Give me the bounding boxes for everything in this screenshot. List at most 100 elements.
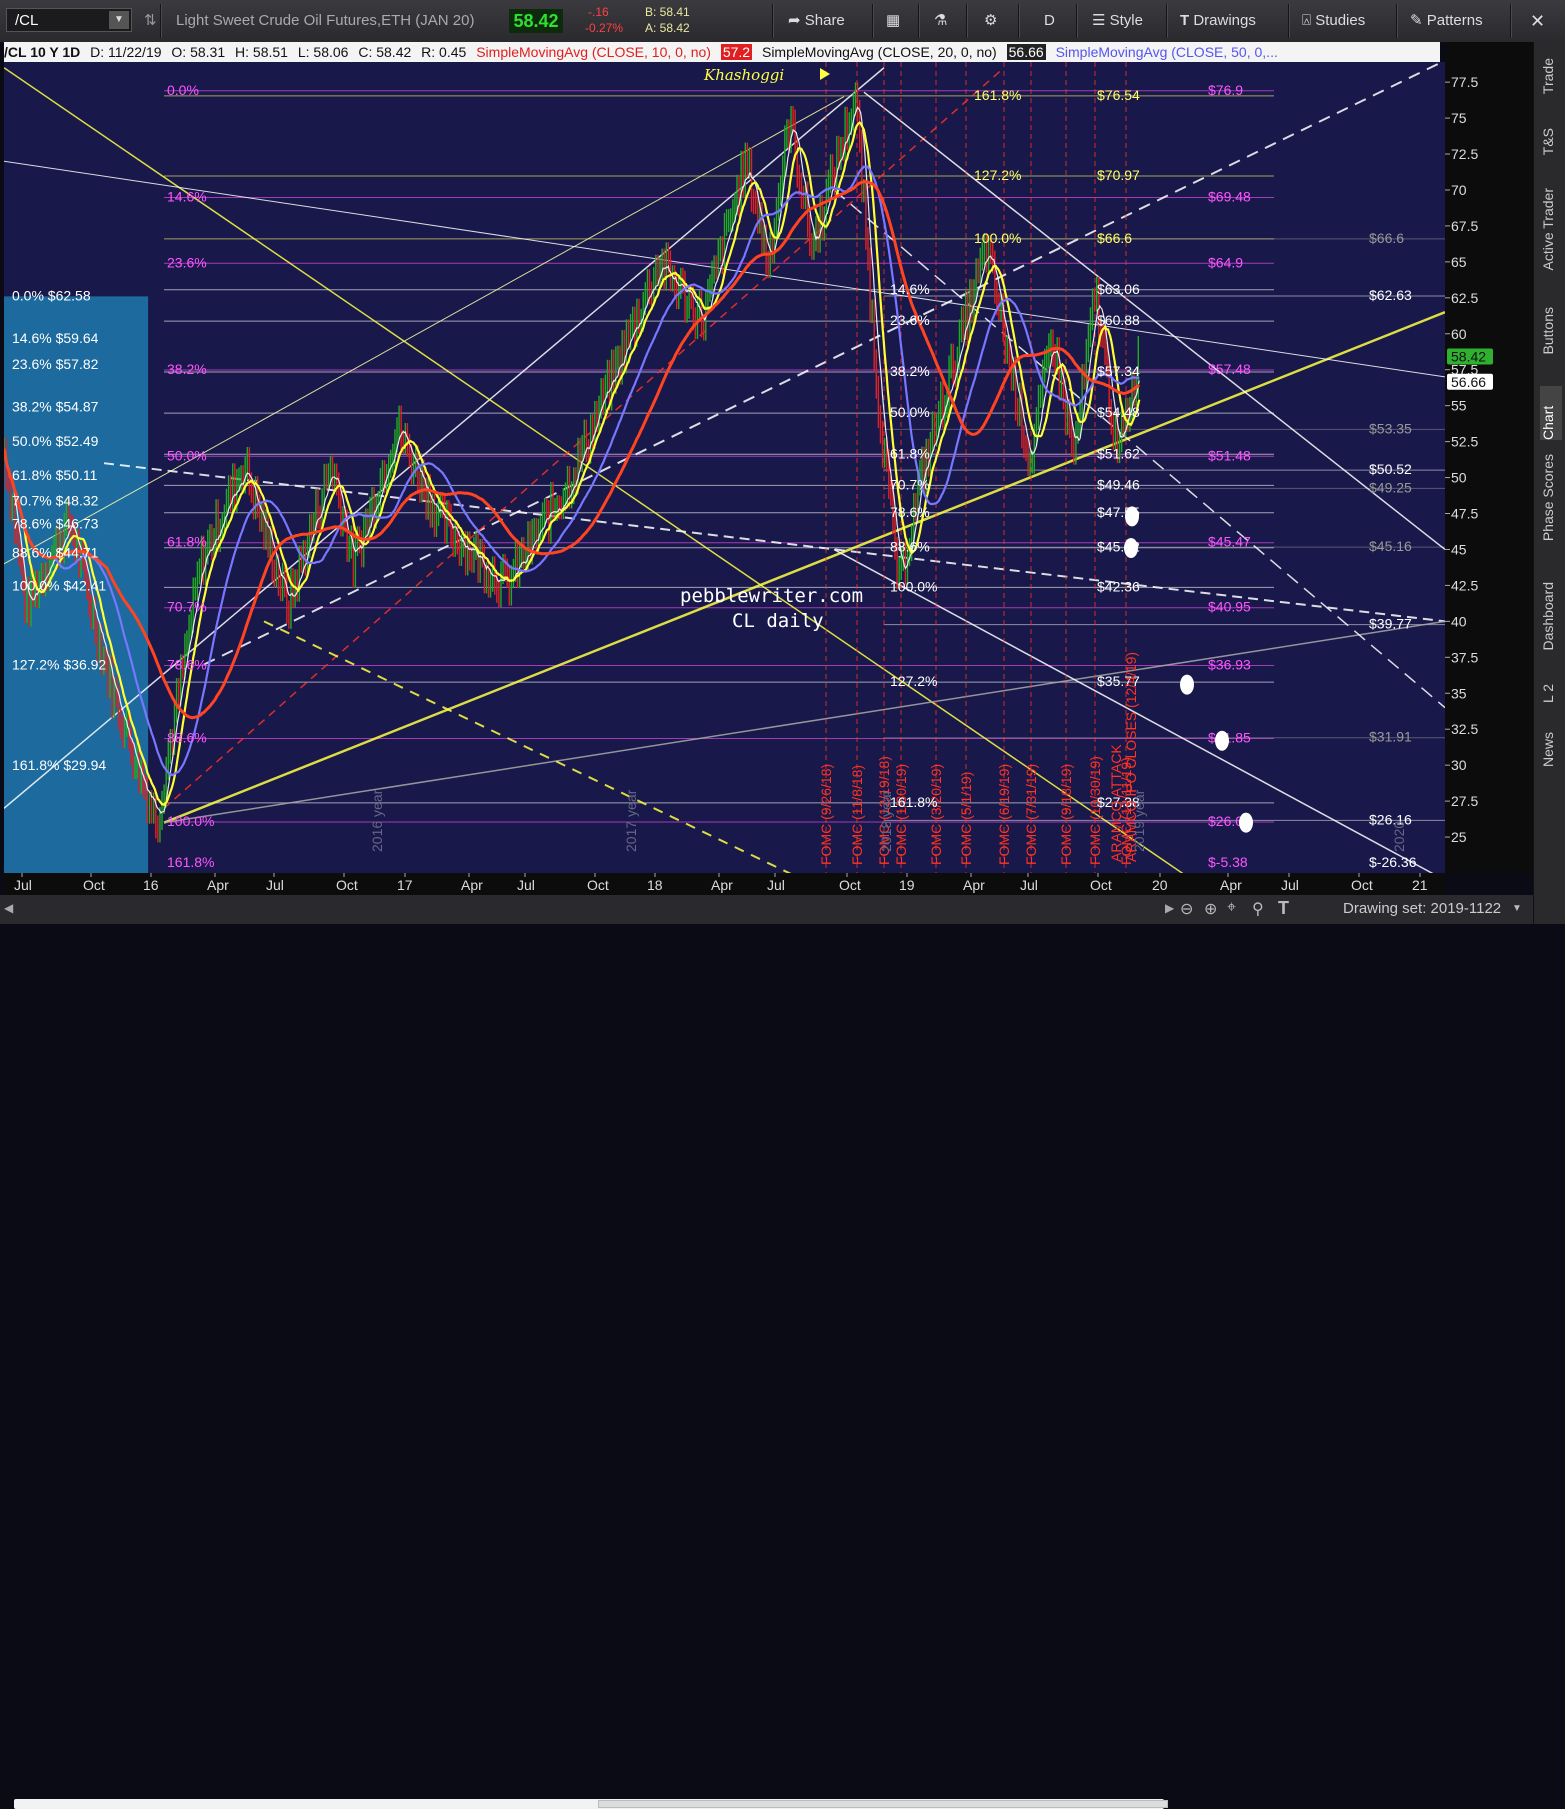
time-tick-label: Apr	[461, 877, 483, 893]
side-tab-chart[interactable]: Chart	[1540, 386, 1562, 440]
text-icon[interactable]: T	[1278, 898, 1289, 919]
time-tick-label: Oct	[336, 877, 358, 893]
horizontal-scrollbar[interactable]	[14, 1799, 1168, 1809]
pink-fib-price-label: $-5.38	[1208, 854, 1248, 870]
left-fib-label: 38.2% $54.87	[12, 399, 99, 415]
fib-price-label: $66.6	[1097, 230, 1132, 246]
bar-range: R: 0.45	[421, 44, 467, 60]
pink-fib-percent-label: 70.7%	[167, 599, 207, 615]
pink-fib-price-label: $69.48	[1208, 188, 1251, 204]
sma10-label[interactable]: SimpleMovingAvg (CLOSE, 10, 0, no)	[476, 44, 711, 60]
zoom-in-icon[interactable]: ⊕	[1204, 899, 1217, 919]
price-tick-label: 52.5	[1451, 434, 1478, 450]
bar-close: C: 58.42	[358, 44, 412, 60]
side-tab-level2[interactable]: L 2	[1540, 684, 1562, 703]
style-label: Style	[1109, 12, 1143, 29]
target-dot	[1239, 812, 1253, 833]
pink-fib-percent-label: 0.0%	[167, 82, 199, 98]
target-dot	[1124, 538, 1138, 559]
close-icon[interactable]: ✕	[1530, 8, 1545, 34]
share-label: Share	[804, 12, 845, 29]
zoom-out-icon[interactable]: ⊖	[1180, 899, 1193, 919]
time-tick-label: Jul	[1020, 877, 1038, 893]
share-button[interactable]: ➦ Share	[788, 8, 845, 34]
time-tick-label: 19	[899, 877, 915, 893]
aramco-label: ARAMCO ATTACK	[1108, 744, 1124, 862]
fomc-label: FOMC (1/30/19)	[893, 764, 909, 865]
time-tick-label: 20	[1152, 877, 1168, 893]
side-tab-news[interactable]: News	[1540, 732, 1562, 767]
side-tab-buttons[interactable]: Buttons	[1540, 307, 1562, 354]
crosshair-icon[interactable]: ⌖	[1227, 899, 1236, 917]
style-button[interactable]: ☰ Style	[1092, 8, 1143, 34]
pink-fib-price-label: $57.48	[1208, 361, 1251, 377]
grid-icon[interactable]: ▦	[886, 8, 900, 34]
fib-price-label: $70.97	[1097, 167, 1140, 183]
price-tick-label: 72.5	[1451, 146, 1478, 162]
style-icon: ☰	[1092, 12, 1106, 29]
fib-percent-label: 127.2%	[974, 167, 1021, 183]
time-tick-label: 16	[143, 877, 159, 893]
patterns-icon: ✎	[1410, 12, 1423, 29]
time-axis[interactable]: Jul Oct 16 Apr Jul Oct 17 Apr Jul Oct 18 Apr Jul Oct 1…	[4, 873, 1445, 895]
target-dot	[1215, 730, 1229, 751]
pink-fib-percent-label: 88.6%	[167, 730, 207, 746]
side-tab-trade[interactable]: Trade	[1540, 58, 1562, 94]
sma50-label[interactable]: SimpleMovingAvg (CLOSE, 50, 0,...	[1056, 44, 1278, 60]
side-tab-dashboard[interactable]: Dashboard	[1540, 582, 1562, 651]
toolbar: /CL ▼ ⇅ Light Sweet Crude Oil Futures,ET…	[0, 0, 1565, 43]
symbol-input[interactable]: /CL ▼	[6, 8, 132, 32]
chart-area[interactable]: FOMC (9/26/18) FOMC (11/8/18) FOMC (12/19/…	[4, 62, 1445, 873]
bid-price: B: 58.41	[645, 5, 690, 19]
right-level-label: $45.16	[1369, 538, 1412, 554]
left-fib-label: 50.0% $52.49	[12, 433, 99, 449]
right-level-label: $53.35	[1369, 420, 1412, 436]
side-panel: Trade T&S Active Trader Buttons Chart Ph…	[1533, 42, 1565, 924]
period-button[interactable]: D	[1044, 8, 1055, 34]
price-tick-label: 77.5	[1451, 74, 1478, 90]
side-tab-phase-scores[interactable]: Phase Scores	[1540, 454, 1562, 541]
gear-icon[interactable]: ⚙	[984, 8, 997, 34]
price-tick-label: 37.5	[1451, 649, 1478, 665]
drawings-button[interactable]: T Drawings	[1180, 8, 1256, 34]
side-tab-ts[interactable]: T&S	[1540, 128, 1562, 155]
side-tab-active-trader[interactable]: Active Trader	[1540, 188, 1562, 270]
fib-price-label: $54.48	[1097, 404, 1140, 420]
year-watermark: 2019 year	[1131, 789, 1147, 852]
fomc-label: FOMC (6/19/19)	[996, 764, 1012, 865]
studies-button[interactable]: ⍓ Studies	[1302, 8, 1365, 34]
fib-percent-label: 38.2%	[890, 363, 930, 379]
flask-icon[interactable]: ⚗	[934, 8, 947, 34]
left-fib-label: 23.6% $57.82	[12, 356, 99, 372]
scroll-right-icon[interactable]: ▶	[1165, 901, 1174, 915]
year-watermark: 2016 year	[369, 789, 385, 852]
time-tick-label: Apr	[711, 877, 733, 893]
time-tick-label: Jul	[1281, 877, 1299, 893]
trend-line	[263, 620, 792, 873]
price-chart[interactable]: FOMC (9/26/18) FOMC (11/8/18) FOMC (12/19/…	[4, 62, 1445, 873]
target-dot	[1125, 506, 1139, 527]
event-arrow-icon	[820, 68, 830, 80]
drawing-set-label[interactable]: Drawing set: 2019-1122	[1343, 900, 1501, 917]
price-tick-label: 25	[1451, 829, 1467, 845]
magnifier-icon[interactable]: ⚲	[1252, 899, 1264, 919]
fib-percent-label: 61.8%	[890, 445, 930, 461]
fib-price-label: $60.88	[1097, 312, 1140, 328]
patterns-button[interactable]: ✎ Patterns	[1410, 8, 1483, 34]
drawing-set-chevron-icon[interactable]: ▼	[1512, 903, 1522, 914]
link-icon[interactable]: ⇅	[144, 8, 157, 34]
scroll-thumb[interactable]	[598, 1800, 1168, 1808]
pink-fib-price-label: $64.9	[1208, 254, 1243, 270]
price-tick-label: 45	[1451, 541, 1467, 557]
fib-price-label: $63.06	[1097, 281, 1140, 297]
chevron-down-icon[interactable]: ▼	[109, 11, 129, 29]
time-tick-label: Apr	[207, 877, 229, 893]
study-info-bar: /CL 10 Y 1D D: 11/22/19 O: 58.31 H: 58.5…	[4, 42, 1440, 62]
time-tick-label: Apr	[963, 877, 985, 893]
sma20-label[interactable]: SimpleMovingAvg (CLOSE, 20, 0, no)	[762, 44, 997, 60]
scroll-left-icon[interactable]: ◀	[4, 901, 13, 915]
instrument-title: Light Sweet Crude Oil Futures,ETH (JAN 2…	[176, 12, 475, 29]
price-axis[interactable]: 25 27.5 30 32.5 35 37.5 40 42.5 45 47.5 50 52.5 55 57…	[1445, 42, 1533, 873]
pink-fib-price-label: $51.48	[1208, 447, 1251, 463]
ask-price: A: 58.42	[645, 21, 690, 35]
